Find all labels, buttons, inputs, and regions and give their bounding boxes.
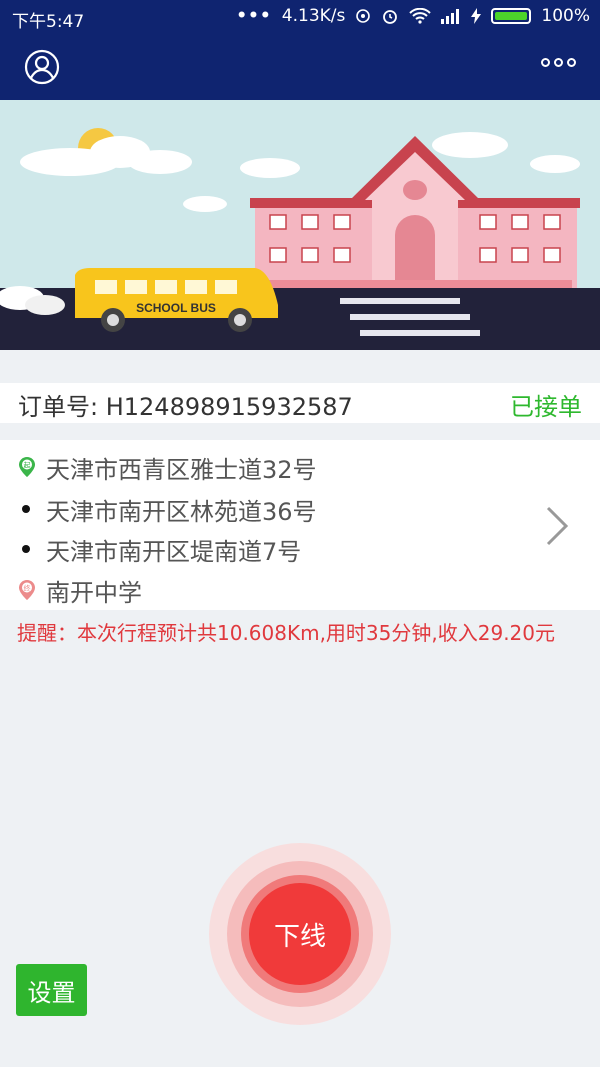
school-banner-illustration: SCHOOL BUS: [0, 100, 600, 350]
user-profile-button[interactable]: [24, 49, 60, 85]
battery-icon: [491, 8, 532, 24]
route-stop-label: 天津市南开区堤南道7号: [46, 537, 302, 566]
offline-button[interactable]: 下线: [249, 883, 351, 985]
wifi-icon: [409, 8, 432, 24]
signal-icon: [441, 9, 460, 24]
hotspot-icon: [356, 9, 371, 23]
route-stop-label: 天津市南开区林苑道36号: [46, 497, 317, 526]
battery-percent: 100%: [541, 6, 590, 26]
route-stop-end: 终 南开中学: [18, 571, 142, 609]
trip-reminder-text: 提醒：本次行程预计共10.608Km,用时35分钟,收入29.20元: [17, 621, 555, 645]
waypoint-bullet-icon: [22, 545, 30, 553]
route-stop-waypoint: 天津市南开区堤南道7号: [18, 530, 301, 568]
notification-dots-icon: •••: [236, 6, 272, 26]
start-pin-badge: 起: [24, 462, 31, 470]
app-header: [0, 34, 600, 100]
more-dot-icon: [554, 58, 563, 67]
order-number: 订单号: H124898915932587: [18, 393, 353, 421]
status-bar: 下午5:47 ••• 4.13K/s 100%: [0, 0, 600, 34]
network-speed: 4.13K/s: [281, 6, 346, 26]
settings-button[interactable]: 设置: [16, 964, 87, 1016]
end-pin-icon: 终: [19, 580, 35, 600]
school-bus-label: SCHOOL BUS: [136, 301, 216, 315]
order-header: 订单号: H124898915932587 已接单: [0, 383, 600, 423]
offline-button-wrapper: 下线: [209, 843, 391, 1025]
alarm-icon: [383, 10, 398, 24]
end-pin-badge: 终: [24, 584, 31, 593]
route-stop-label: 南开中学: [46, 578, 142, 607]
status-time: 下午5:47: [12, 12, 85, 32]
route-card[interactable]: 起 天津市西青区雅士道32号 天津市南开区林苑道36号 天津市南开区堤南道7号 …: [0, 440, 600, 610]
route-stop-label: 天津市西青区雅士道32号: [46, 455, 317, 484]
user-icon: [24, 49, 60, 85]
chevron-right-icon[interactable]: [544, 504, 572, 548]
waypoint-bullet-icon: [22, 505, 30, 513]
more-menu-button[interactable]: [541, 58, 576, 67]
start-pin-icon: 起: [19, 457, 35, 477]
status-indicators: ••• 4.13K/s 100%: [236, 6, 590, 26]
charging-icon: [471, 8, 482, 24]
route-stop-waypoint: 天津市南开区林苑道36号: [18, 490, 317, 528]
more-dot-icon: [541, 58, 550, 67]
route-stop-start: 起 天津市西青区雅士道32号: [18, 448, 317, 486]
order-status-badge: 已接单: [510, 393, 582, 421]
more-dot-icon: [567, 58, 576, 67]
